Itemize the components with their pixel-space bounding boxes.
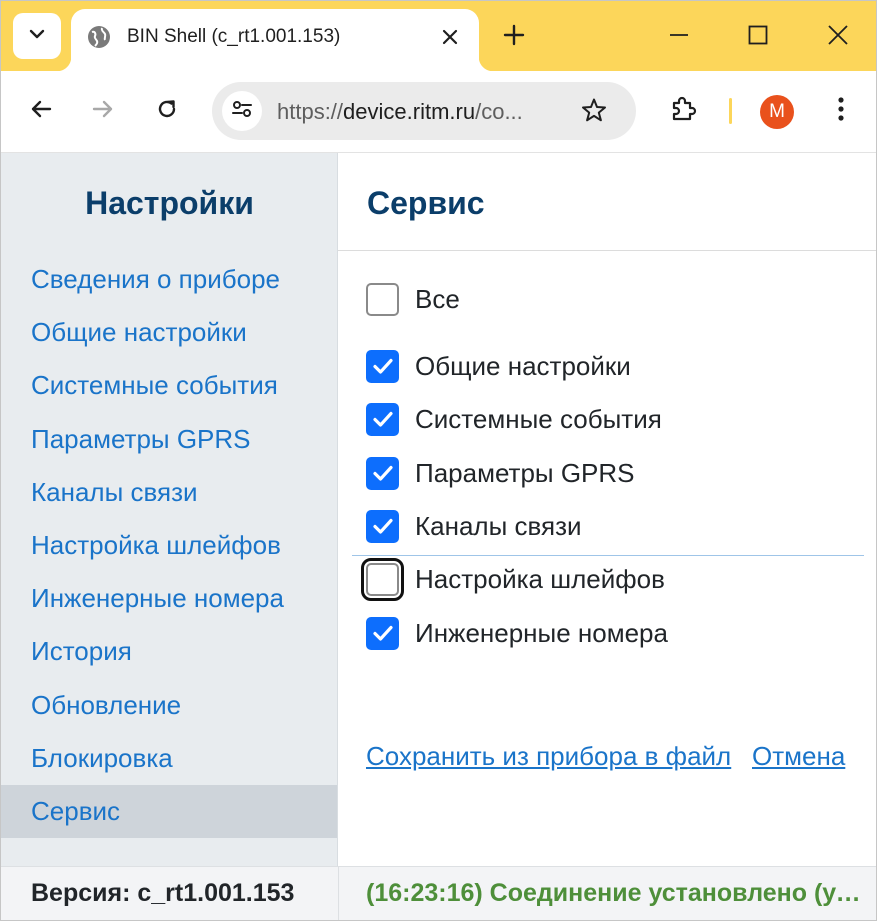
sidebar-item-engineer-numbers[interactable]: Инженерные номера <box>1 572 337 625</box>
toolbar-divider <box>729 98 732 124</box>
engineer-numbers-label: Инженерные номера <box>415 617 668 648</box>
globe-icon <box>87 25 111 49</box>
firmware-version: Версия: c_rt1.001.153 <box>31 879 295 907</box>
checkmark-icon <box>372 625 393 641</box>
forward-arrow-icon <box>91 97 115 126</box>
browser-menu-button[interactable] <box>821 91 861 131</box>
status-bar: Версия: c_rt1.001.153 (16:23:16) Соедине… <box>1 866 876 920</box>
channels-checkbox[interactable] <box>366 509 399 543</box>
select-all-row[interactable]: Все <box>366 279 460 319</box>
more-vertical-icon <box>837 96 845 127</box>
reload-button[interactable] <box>147 91 187 131</box>
divider <box>352 555 864 556</box>
page-title: Сервис <box>367 185 485 221</box>
extensions-button[interactable] <box>663 91 703 131</box>
status-divider <box>338 867 339 920</box>
option-row-gprs-params[interactable]: Параметры GPRS <box>366 453 635 493</box>
tab-title: BIN Shell (c_rt1.001.153) <box>127 26 341 47</box>
url-text: https://device.ritm.ru/co... <box>277 99 567 125</box>
sidebar-item-channels[interactable]: Каналы связи <box>1 466 337 519</box>
site-settings-icon <box>230 97 254 126</box>
engineer-numbers-checkbox[interactable] <box>366 616 399 650</box>
system-events-label: Системные события <box>415 403 662 434</box>
general-settings-label: Общие настройки <box>415 350 631 381</box>
address-bar[interactable]: https://device.ritm.ru/co... <box>212 82 636 140</box>
checkmark-icon <box>372 518 393 534</box>
system-events-checkbox[interactable] <box>366 402 399 436</box>
active-tab[interactable]: BIN Shell (c_rt1.001.153) <box>57 9 493 71</box>
close-window-icon <box>827 24 849 51</box>
sidebar-item-loops[interactable]: Настройка шлейфов <box>1 519 337 572</box>
browser-window: BIN Shell (c_rt1.001.153) https://device… <box>0 0 877 921</box>
select-all-checkbox[interactable] <box>366 282 399 316</box>
sidebar-item-history[interactable]: История <box>1 625 337 678</box>
maximize-button[interactable] <box>728 13 788 61</box>
sidebar-item-service[interactable]: Сервис <box>1 785 337 838</box>
option-row-loops[interactable]: Настройка шлейфов <box>361 557 665 601</box>
tab-strip: BIN Shell (c_rt1.001.153) <box>1 1 876 71</box>
back-button[interactable] <box>21 91 61 131</box>
site-settings-button[interactable] <box>222 91 262 131</box>
chevron-down-icon <box>28 25 46 48</box>
star-icon <box>581 97 607 128</box>
connection-status: (16:23:16) Соединение установлено (устро… <box>366 879 866 907</box>
sidebar-item-system-events[interactable]: Системные события <box>1 359 337 412</box>
tab-search-button[interactable] <box>13 13 61 59</box>
minimize-icon <box>669 25 689 50</box>
forward-button[interactable] <box>83 91 123 131</box>
new-tab-button[interactable] <box>498 21 530 53</box>
bookmark-button[interactable] <box>579 97 609 127</box>
url-path: /co... <box>475 99 523 124</box>
option-row-system-events[interactable]: Системные события <box>366 399 662 439</box>
browser-toolbar: https://device.ritm.ru/co... M <box>1 71 876 153</box>
url-scheme: https:// <box>277 99 344 124</box>
checkmark-icon <box>372 411 393 427</box>
main-header: Сервис <box>338 153 876 251</box>
maximize-icon <box>748 25 768 50</box>
close-window-button[interactable] <box>808 13 868 61</box>
gprs-params-label: Параметры GPRS <box>415 457 635 488</box>
profile-avatar[interactable]: M <box>760 95 794 129</box>
cancel-link[interactable]: Отмена <box>752 741 845 772</box>
plus-icon <box>503 24 525 51</box>
extensions-icon <box>669 95 697 128</box>
general-settings-checkbox[interactable] <box>366 349 399 383</box>
option-row-engineer-numbers[interactable]: Инженерные номера <box>366 613 668 653</box>
loops-checkbox[interactable] <box>361 557 404 601</box>
reload-icon <box>155 97 179 126</box>
settings-sidebar: Настройки Сведения о приборе Общие настр… <box>1 153 338 866</box>
sidebar-item-general-settings[interactable]: Общие настройки <box>1 306 337 359</box>
option-row-channels[interactable]: Каналы связи <box>366 506 582 546</box>
gprs-params-checkbox[interactable] <box>366 456 399 490</box>
save-to-file-link[interactable]: Сохранить из прибора в файл <box>366 741 731 772</box>
url-host: device.ritm.ru <box>343 99 476 124</box>
sidebar-item-update[interactable]: Обновление <box>1 679 337 732</box>
checkmark-icon <box>372 465 393 481</box>
minimize-button[interactable] <box>649 13 709 61</box>
option-row-general-settings[interactable]: Общие настройки <box>366 346 631 386</box>
channels-label: Каналы связи <box>415 510 582 541</box>
tab-close-icon[interactable] <box>437 24 463 50</box>
back-arrow-icon <box>29 97 53 126</box>
loops-label: Настройка шлейфов <box>415 563 665 594</box>
sidebar-item-gprs-params[interactable]: Параметры GPRS <box>1 413 337 466</box>
checkmark-icon <box>372 358 393 374</box>
select-all-label: Все <box>415 283 460 314</box>
sidebar-title: Настройки <box>85 185 254 221</box>
sidebar-item-lock[interactable]: Блокировка <box>1 732 337 785</box>
sidebar-item-device-info[interactable]: Сведения о приборе <box>1 253 337 306</box>
